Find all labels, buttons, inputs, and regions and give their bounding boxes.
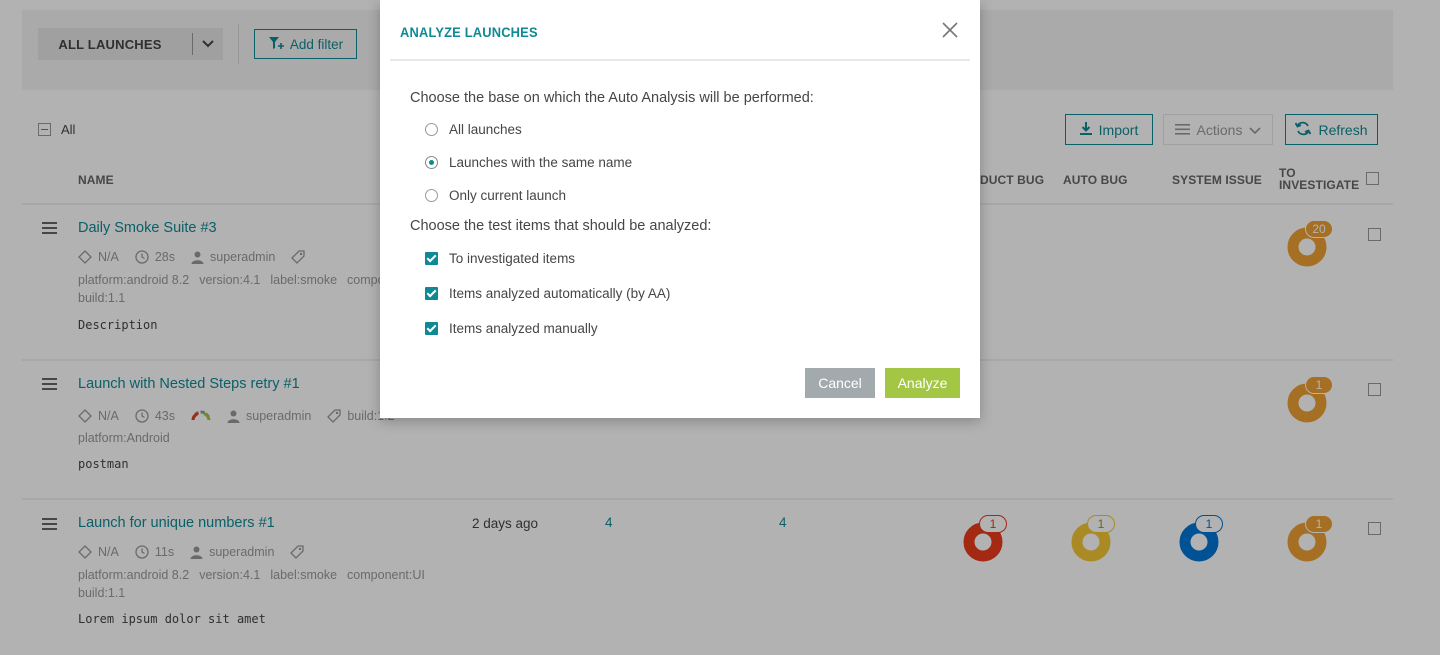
checkbox-checked[interactable]: [425, 287, 438, 300]
analyze-launches-modal: ANALYZE LAUNCHES Choose the base on whic…: [380, 0, 980, 418]
items-to-analyze-label: Choose the test items that should be ana…: [410, 218, 712, 234]
checkbox-checked[interactable]: [425, 322, 438, 335]
radio-label: Only current launch: [449, 188, 567, 203]
modal-title: ANALYZE LAUNCHES: [400, 24, 538, 40]
radio-current-launch[interactable]: Only current launch: [425, 188, 566, 203]
radio-label: Launches with the same name: [449, 155, 633, 170]
cancel-button[interactable]: Cancel: [805, 368, 875, 398]
checkbox-label: Items analyzed manually: [449, 321, 598, 336]
radio-same-name[interactable]: Launches with the same name: [425, 155, 632, 170]
checkbox-label: To investigated items: [449, 251, 576, 266]
checkbox-auto-analyzed[interactable]: Items analyzed automatically (by AA): [425, 286, 670, 301]
close-icon[interactable]: [940, 20, 960, 40]
radio-label: All launches: [449, 122, 522, 137]
checkbox-label: Items analyzed automatically (by AA): [449, 286, 671, 301]
radio-button[interactable]: [425, 189, 438, 202]
modal-header-divider: [390, 59, 970, 61]
checkbox-to-investigate[interactable]: To investigated items: [425, 251, 575, 266]
analyze-button[interactable]: Analyze: [885, 368, 960, 398]
checkbox-checked[interactable]: [425, 252, 438, 265]
checkbox-manually-analyzed[interactable]: Items analyzed manually: [425, 321, 598, 336]
radio-button[interactable]: [425, 123, 438, 136]
radio-button-selected[interactable]: [425, 156, 438, 169]
analysis-base-label: Choose the base on which the Auto Analys…: [410, 90, 814, 106]
radio-all-launches[interactable]: All launches: [425, 122, 522, 137]
